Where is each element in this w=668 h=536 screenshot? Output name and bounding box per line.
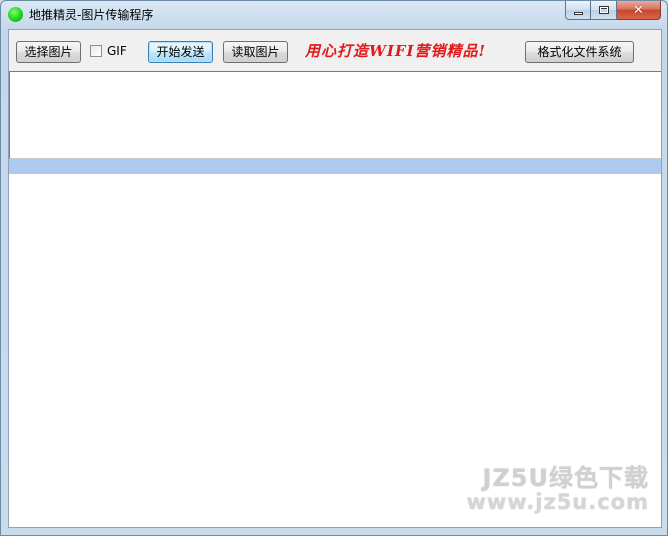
slogan-text: 用心打造WIFI营销精品! xyxy=(305,42,487,60)
gif-checkbox[interactable] xyxy=(90,45,102,57)
toolbar: 选择图片 GIF 开始发送 读取图片 用心打造WIFI营销精品! 格式化文件系统 xyxy=(9,30,661,71)
green-circle-icon xyxy=(8,7,23,22)
list-item[interactable] xyxy=(9,159,661,174)
select-image-button[interactable]: 选择图片 xyxy=(16,41,81,63)
start-send-button[interactable]: 开始发送 xyxy=(148,41,213,63)
read-image-button[interactable]: 读取图片 xyxy=(223,41,288,63)
app-window: 地推精灵-图片传输程序 ✕ 选择图片 GIF 开始发送 读取图片 用心打造WIF… xyxy=(0,0,668,536)
client-area: 选择图片 GIF 开始发送 读取图片 用心打造WIFI营销精品! 格式化文件系统… xyxy=(8,29,662,528)
maximize-icon xyxy=(598,6,609,14)
close-icon: ✕ xyxy=(633,2,644,18)
minimize-button[interactable] xyxy=(565,1,591,20)
gif-checkbox-label[interactable]: GIF xyxy=(107,44,127,58)
format-filesystem-button[interactable]: 格式化文件系统 xyxy=(525,41,634,63)
maximize-button[interactable] xyxy=(591,1,617,20)
close-button[interactable]: ✕ xyxy=(617,1,661,20)
log-list[interactable] xyxy=(9,159,661,527)
caption-buttons: ✕ xyxy=(565,1,661,21)
image-preview-area[interactable] xyxy=(9,71,661,159)
window-title: 地推精灵-图片传输程序 xyxy=(29,8,154,22)
title-bar[interactable]: 地推精灵-图片传输程序 ✕ xyxy=(1,1,667,29)
minimize-icon xyxy=(573,11,583,15)
